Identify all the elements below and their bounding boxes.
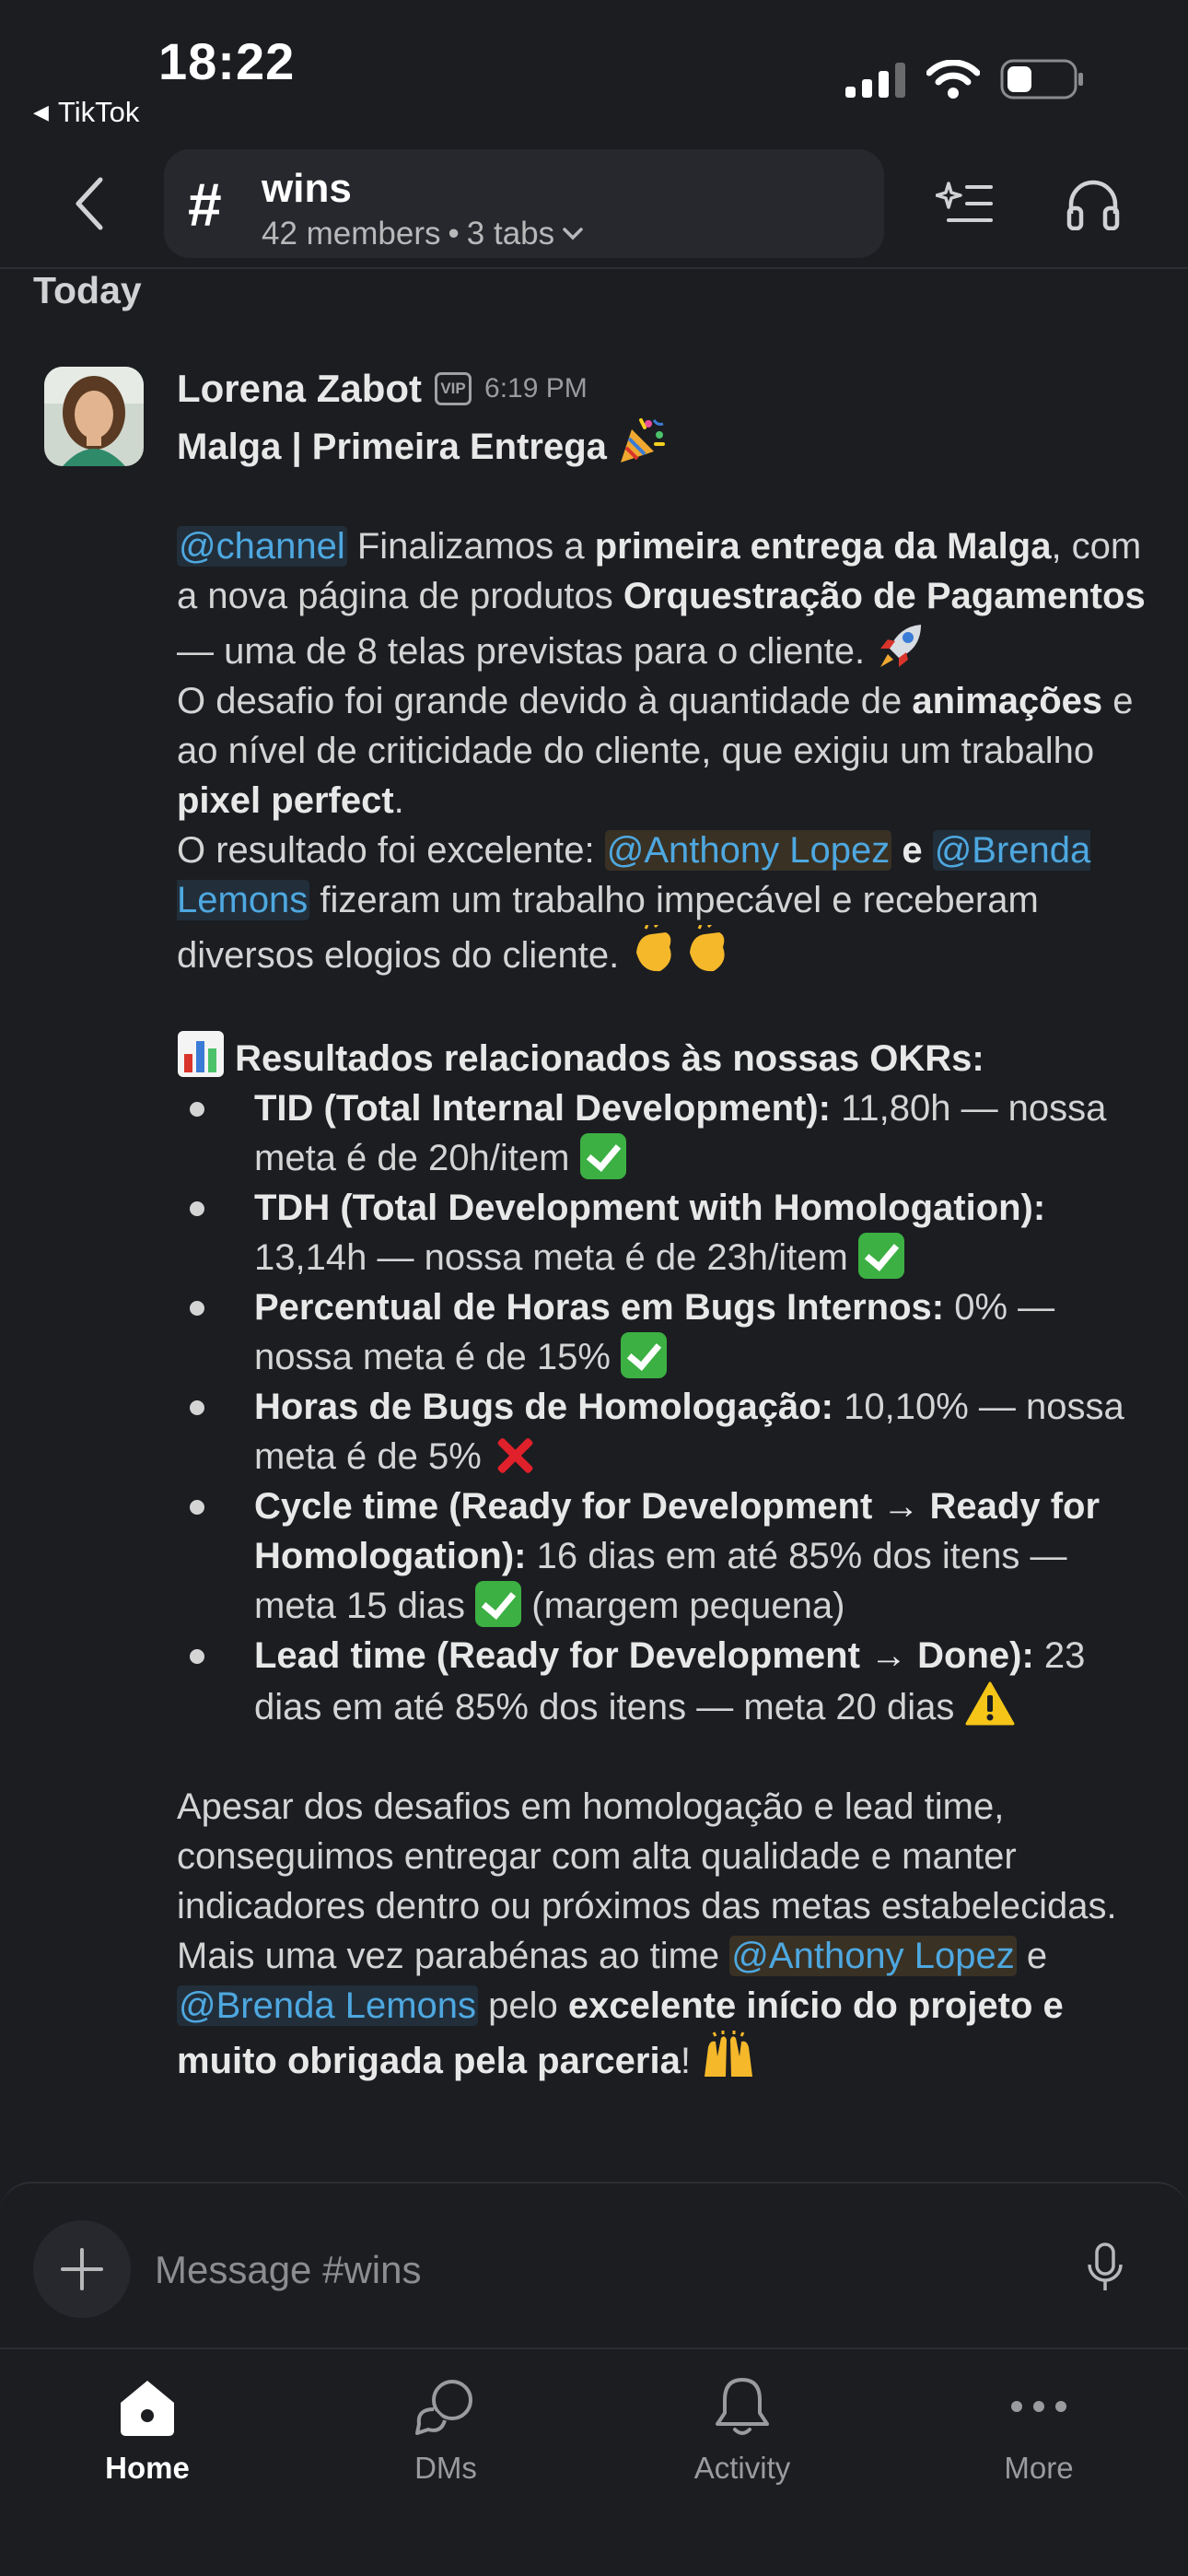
summary-button[interactable] (932, 171, 996, 236)
channel-meta: 42 members • 3 tabs (262, 216, 584, 252)
mention-anthony-lopez[interactable]: @Anthony Lopez (604, 830, 892, 871)
clapping-hands-icon (636, 925, 726, 972)
voice-button[interactable] (1077, 2231, 1133, 2305)
okr-item: Horas de Bugs de Homologação: 10,10% — n… (190, 1382, 1153, 1481)
system-icons (845, 59, 1085, 100)
message-timestamp[interactable]: 6:19 PM (484, 373, 588, 404)
back-button[interactable] (57, 171, 122, 236)
dms-icon (415, 2380, 472, 2435)
okr-item: TID (Total Internal Development): 11,80h… (190, 1083, 1153, 1183)
okr-heading-line: Resultados relacionados às nossas OKRs: (177, 1030, 1153, 1083)
cross-icon (492, 1432, 538, 1478)
wifi-icon (926, 60, 980, 99)
plus-icon (61, 2248, 103, 2290)
message-composer (0, 2182, 1188, 2348)
attach-button[interactable] (33, 2220, 131, 2318)
huddle-button[interactable] (1061, 171, 1125, 236)
hash-icon: # (188, 170, 222, 239)
check-icon (857, 1233, 904, 1279)
check-icon (621, 1332, 668, 1378)
day-divider: Today (33, 269, 142, 311)
back-to-app-link[interactable]: ◀ TikTok (33, 96, 139, 129)
back-triangle-icon: ◀ (33, 100, 49, 123)
check-icon (475, 1581, 522, 1627)
status-bar: 18:22 ◀ TikTok (0, 0, 1188, 138)
home-icon (121, 2381, 174, 2436)
okr-heading: Resultados relacionados às nossas OKRs: (235, 1038, 984, 1079)
party-popper-icon (621, 418, 666, 463)
okr-item: Cycle time (Ready for Development → Read… (190, 1481, 1153, 1631)
bell-icon (716, 2378, 769, 2435)
signal-icon (845, 63, 905, 98)
okr-item: Percentual de Horas em Bugs Internos: 0%… (190, 1282, 1153, 1382)
message-header: Lorena Zabot VIP 6:19 PM (177, 367, 588, 411)
chevron-down-icon (563, 228, 583, 240)
microphone-icon (1088, 2242, 1123, 2290)
headphones-icon (1066, 180, 1120, 230)
mention-channel[interactable]: @channel (177, 526, 347, 567)
paragraph-summary: Apesar dos desafios em homologação e lea… (177, 1786, 1117, 1926)
avatar[interactable] (44, 367, 144, 466)
sparkle-list-icon (936, 181, 993, 222)
message-title: Malga | Primeira Entrega (177, 427, 607, 467)
battery-icon (1000, 59, 1083, 100)
tab-more[interactable]: More (947, 2370, 1131, 2508)
chevron-left-icon (76, 177, 103, 230)
vip-badge: VIP (435, 372, 472, 405)
more-icon (1011, 2401, 1066, 2412)
channel-name: wins (262, 166, 352, 211)
paragraph-result: O resultado foi excelente: @Anthony Lope… (177, 830, 1091, 976)
message-body: Malga | Primeira Entrega @channel Finali… (177, 416, 1153, 2086)
message-input[interactable] (155, 2242, 1039, 2298)
avatar-photo (44, 367, 144, 466)
status-time: 18:22 (158, 32, 296, 90)
rocket-icon (880, 625, 922, 667)
tab-dms[interactable]: DMs (354, 2370, 538, 2508)
channel-info-button[interactable]: # wins 42 members • 3 tabs (164, 149, 884, 258)
paragraph-intro: @channel Finalizamos a primeira entrega … (177, 526, 1146, 672)
check-icon (579, 1133, 626, 1179)
member-count: 42 members (262, 216, 441, 252)
mention-anthony-lopez[interactable]: @Anthony Lopez (729, 1936, 1017, 1976)
okr-item: Lead time (Ready for Development → Done)… (190, 1631, 1153, 1732)
back-app-label: TikTok (57, 96, 140, 128)
tab-count: 3 tabs (466, 216, 555, 252)
meta-separator: • (448, 216, 460, 252)
mention-brenda-lemons[interactable]: @Brenda Lemons (177, 1985, 479, 2026)
paragraph-thanks: Mais uma vez parabénas ao time @Anthony … (177, 1936, 1064, 2081)
channel-header: # wins 42 members • 3 tabs (0, 138, 1188, 269)
okr-item: TDH (Total Development with Homologation… (190, 1183, 1153, 1282)
okr-list: TID (Total Internal Development): 11,80h… (177, 1083, 1153, 1732)
warning-icon (965, 1681, 1015, 1726)
paragraph-challenge: O desafio foi grande devido à quantidade… (177, 681, 1134, 821)
author-name[interactable]: Lorena Zabot (177, 367, 422, 411)
bottom-tab-bar: Home DMs Activity More (0, 2348, 1188, 2576)
tab-home[interactable]: Home (55, 2370, 239, 2508)
tab-activity[interactable]: Activity (650, 2370, 834, 2508)
bar-chart-icon (178, 1031, 224, 1077)
raised-hands-icon (705, 2031, 753, 2077)
message-title-line: Malga | Primeira Entrega (177, 416, 1153, 472)
